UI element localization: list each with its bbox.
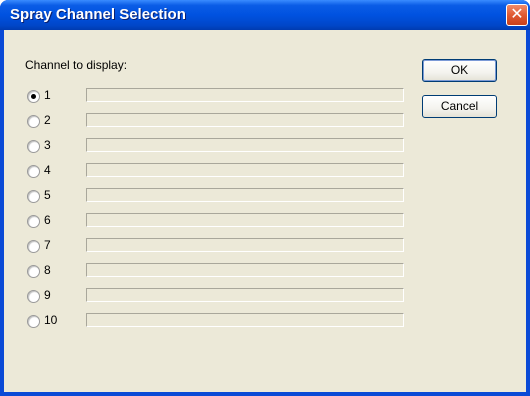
channel-row-8[interactable]: 8	[4, 261, 424, 281]
channel-label-8: 8	[44, 263, 51, 277]
channel-label-4: 4	[44, 163, 51, 177]
channel-row-10[interactable]: 10	[4, 311, 424, 331]
channel-row-9[interactable]: 9	[4, 286, 424, 306]
channel-row-7[interactable]: 7	[4, 236, 424, 256]
close-icon: ✕	[510, 6, 524, 23]
channel-label-2: 2	[44, 113, 51, 127]
channel-radio-6[interactable]	[27, 215, 40, 228]
close-button[interactable]: ✕	[506, 4, 528, 26]
dialog-window: Spray Channel Selection ✕ Channel to dis…	[0, 0, 530, 396]
channel-bar-4	[86, 163, 404, 177]
channel-bar-8	[86, 263, 404, 277]
channel-row-6[interactable]: 6	[4, 211, 424, 231]
channel-row-1[interactable]: 1	[4, 86, 424, 106]
channel-bar-7	[86, 238, 404, 252]
window-title: Spray Channel Selection	[10, 6, 186, 23]
channel-row-3[interactable]: 3	[4, 136, 424, 156]
channel-bar-6	[86, 213, 404, 227]
channel-radio-2[interactable]	[27, 115, 40, 128]
channel-row-5[interactable]: 5	[4, 186, 424, 206]
channel-radio-3[interactable]	[27, 140, 40, 153]
channel-radio-10[interactable]	[27, 315, 40, 328]
channel-bar-5	[86, 188, 404, 202]
channel-row-4[interactable]: 4	[4, 161, 424, 181]
title-bar[interactable]: Spray Channel Selection ✕	[0, 0, 530, 30]
channel-bar-9	[86, 288, 404, 302]
ok-button[interactable]: OK	[422, 59, 497, 82]
channel-bar-2	[86, 113, 404, 127]
channel-bar-1	[86, 88, 404, 102]
channel-caption: Channel to display:	[25, 58, 128, 72]
cancel-button[interactable]: Cancel	[422, 95, 497, 118]
channel-bar-10	[86, 313, 404, 327]
channel-radio-9[interactable]	[27, 290, 40, 303]
channel-radio-5[interactable]	[27, 190, 40, 203]
channel-row-2[interactable]: 2	[4, 111, 424, 131]
channel-label-7: 7	[44, 238, 51, 252]
channel-label-3: 3	[44, 138, 51, 152]
channel-radio-1[interactable]	[27, 90, 40, 103]
channel-radio-8[interactable]	[27, 265, 40, 278]
channel-bar-3	[86, 138, 404, 152]
channel-label-6: 6	[44, 213, 51, 227]
channel-radio-4[interactable]	[27, 165, 40, 178]
channel-label-9: 9	[44, 288, 51, 302]
channel-radio-7[interactable]	[27, 240, 40, 253]
channel-label-1: 1	[44, 88, 51, 102]
channel-label-10: 10	[44, 313, 58, 327]
channel-label-5: 5	[44, 188, 51, 202]
dialog-body: Channel to display: 1 2 3 4 5 6 7 8 9 10…	[4, 30, 526, 392]
